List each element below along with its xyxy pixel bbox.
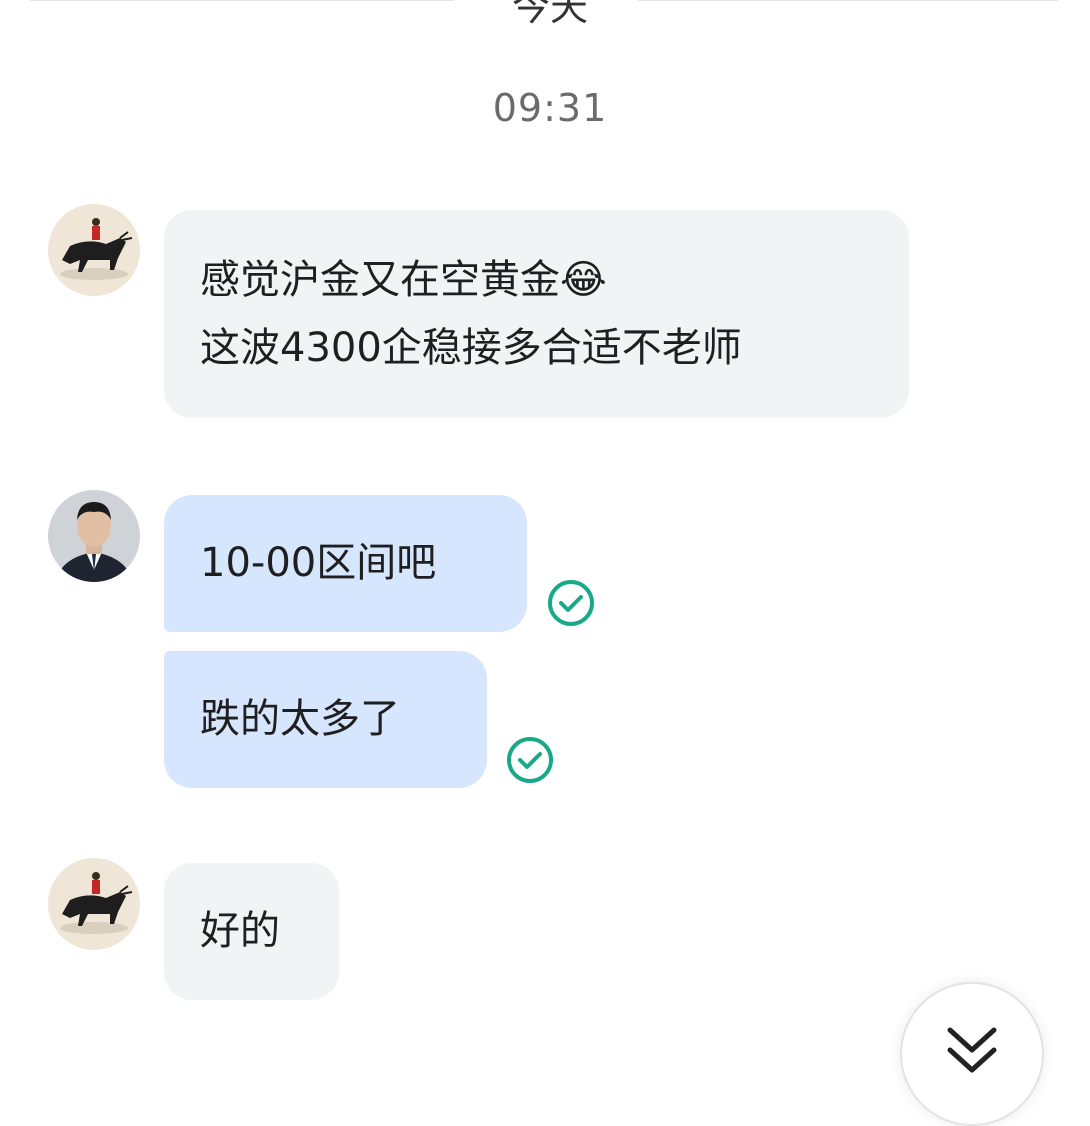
message-text: 这波4300企稳接多合适不老师 bbox=[200, 325, 742, 371]
customer-avatar[interactable] bbox=[48, 204, 140, 296]
date-divider-label: 今天 bbox=[511, 0, 588, 29]
message-bubble[interactable]: 跌的太多了 bbox=[164, 651, 487, 788]
double-chevron-down-icon bbox=[947, 1027, 997, 1073]
advisor-avatar[interactable] bbox=[48, 490, 140, 582]
scroll-to-bottom-button[interactable] bbox=[900, 982, 1044, 1126]
message-text: 10-00区间吧 bbox=[200, 540, 437, 586]
divider-line-right bbox=[638, 0, 1058, 1]
message-text: 感觉沪金又在空黄金😂 bbox=[200, 257, 607, 303]
message-text: 好的 bbox=[200, 908, 280, 954]
message-bubble[interactable]: 感觉沪金又在空黄金😂 这波4300企稳接多合适不老师 bbox=[164, 210, 909, 418]
message-timestamp: 09:31 bbox=[492, 86, 608, 130]
message-bubble[interactable]: 10-00区间吧 bbox=[164, 495, 527, 632]
message-text: 跌的太多了 bbox=[200, 696, 400, 742]
check-circle-icon bbox=[546, 578, 596, 628]
customer-avatar[interactable] bbox=[48, 858, 140, 950]
check-circle-icon bbox=[505, 735, 555, 785]
divider-line-left bbox=[30, 0, 454, 1]
date-divider: 今天 bbox=[0, 0, 1090, 30]
message-bubble[interactable]: 好的 bbox=[164, 863, 339, 1000]
